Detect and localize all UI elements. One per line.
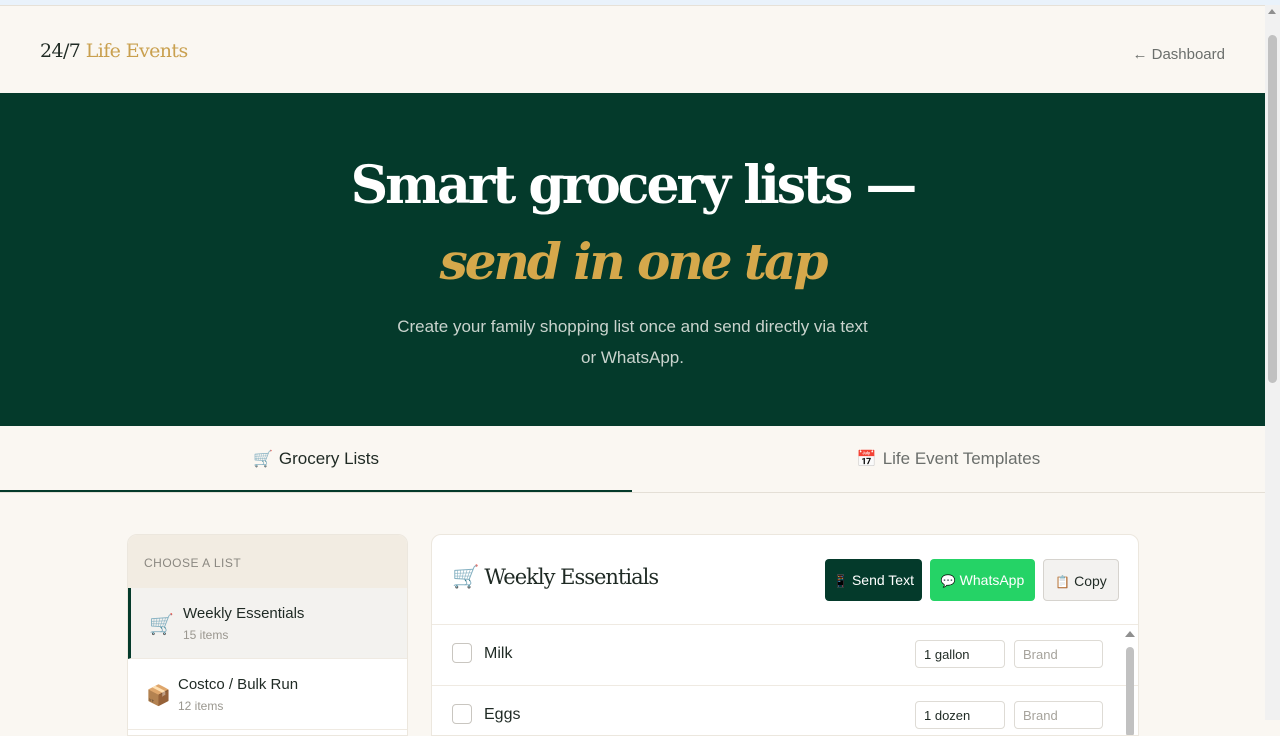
copy-button[interactable]: 📋 Copy (1043, 559, 1119, 601)
list-item: Milk 1 gallon Brand (432, 625, 1138, 686)
tab-label: Life Event Templates (882, 449, 1041, 468)
copy-label: Copy (1074, 573, 1107, 589)
brand-field[interactable]: Brand (1014, 701, 1103, 729)
tab-grocery-lists[interactable]: 🛒 Grocery Lists (0, 426, 632, 492)
cart-icon: 🛒 (452, 565, 479, 590)
whatsapp-label: WhatsApp (959, 572, 1025, 588)
scrollbar-thumb[interactable] (1268, 35, 1277, 383)
calendar-icon: 📅 (856, 451, 877, 468)
scroll-up-icon[interactable] (1268, 9, 1276, 14)
clipboard-icon: 📋 (1055, 575, 1071, 589)
phone-icon: 📱 (833, 574, 848, 588)
list-panel: 🛒 Weekly Essentials 📱 Send Text 💬 WhatsApp … (431, 534, 1139, 736)
hero-subtitle: send in one tap (439, 232, 829, 291)
tab-bar: 🛒 Grocery Lists 📅 Life Event Templates (0, 426, 1265, 493)
logo-brand: 24/7 (40, 40, 81, 62)
scroll-up-icon[interactable] (1125, 631, 1135, 637)
quantity-field[interactable]: 1 gallon (915, 640, 1005, 668)
panel-title-text: Weekly Essentials (484, 565, 659, 589)
send-text-button[interactable]: 📱 Send Text (825, 559, 922, 601)
item-checkbox[interactable] (452, 643, 472, 663)
list-name: Costco / Bulk Run (178, 676, 299, 693)
hero-title: Smart grocery lists — (350, 155, 918, 216)
sidebar-heading: CHOOSE A LIST (128, 535, 407, 588)
item-checkbox[interactable] (452, 704, 472, 724)
tab-label: Grocery Lists (278, 449, 380, 468)
item-name: Milk (484, 645, 513, 662)
brand-field[interactable]: Brand (1014, 640, 1103, 668)
sidebar-item-weekly-essentials[interactable]: 🛒 Weekly Essentials 15 items (128, 588, 407, 659)
panel-header: 🛒 Weekly Essentials 📱 Send Text 💬 WhatsApp … (432, 535, 1138, 625)
list-name: Weekly Essentials (183, 605, 305, 622)
site-header: 24/7 Life Events ← Dashboard (0, 5, 1265, 94)
scrollbar-thumb[interactable] (1126, 647, 1134, 735)
whatsapp-button[interactable]: 💬 WhatsApp (930, 559, 1035, 601)
page-scrollbar[interactable] (1265, 5, 1280, 720)
list-count: 15 items (183, 628, 229, 642)
list-sidebar: CHOOSE A LIST 🛒 Weekly Essentials 15 ite… (127, 534, 408, 736)
items-scrollbar[interactable] (1124, 631, 1136, 735)
panel-title: 🛒 Weekly Essentials (452, 565, 659, 590)
cart-icon: 🛒 (252, 451, 273, 468)
hero-section: Smart grocery lists — send in one tap Cr… (0, 93, 1265, 426)
dashboard-link[interactable]: ← Dashboard (1132, 46, 1225, 63)
list-item: Eggs 1 dozen Brand (432, 686, 1138, 735)
list-count: 12 items (178, 699, 224, 713)
chat-icon: 💬 (940, 574, 956, 588)
item-name: Eggs (484, 706, 521, 723)
quantity-field[interactable]: 1 dozen (915, 701, 1005, 729)
tab-life-event-templates[interactable]: 📅 Life Event Templates (632, 426, 1265, 492)
hero-description: Create your family shopping list once an… (397, 317, 868, 367)
send-text-label: Send Text (851, 572, 914, 588)
site-logo[interactable]: 24/7 Life Events (40, 40, 188, 62)
logo-text: Life Events (80, 40, 188, 62)
cart-icon: 🛒 (149, 614, 174, 636)
package-icon: 📦 (146, 685, 171, 707)
sidebar-item-costco-bulk-run[interactable]: 📦 Costco / Bulk Run 12 items (128, 659, 407, 730)
